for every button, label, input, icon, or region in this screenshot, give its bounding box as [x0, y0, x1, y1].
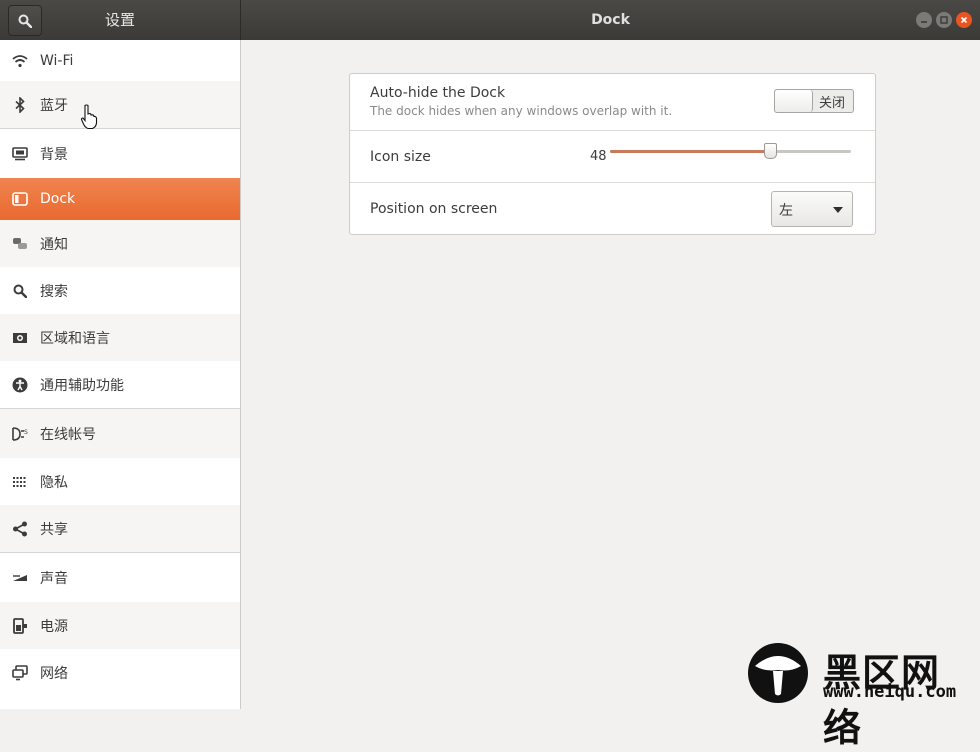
online-accounts-icon: S	[11, 425, 29, 443]
sidebar-item-label: 共享	[40, 521, 68, 538]
sidebar-item-label: 区域和语言	[40, 330, 110, 347]
sidebar-item-label: 声音	[40, 570, 68, 587]
watermark-url: www.heiqu.com	[823, 682, 957, 702]
minimize-icon	[921, 21, 927, 23]
search-icon	[11, 282, 29, 300]
sidebar-item-bluetooth[interactable]: 蓝牙	[0, 81, 240, 128]
sidebar-item-accessibility[interactable]: 通用辅助功能	[0, 361, 240, 408]
maximize-icon	[940, 16, 948, 24]
bluetooth-icon	[11, 96, 29, 114]
sidebar-item-notifications[interactable]: 通知	[0, 220, 240, 267]
position-dropdown[interactable]: 左	[771, 191, 853, 227]
settings-title: 设置	[104, 11, 135, 29]
autohide-subtitle: The dock hides when any windows overlap …	[370, 104, 673, 118]
sidebar: Wi-Fi 蓝牙 背景 Dock 通知 搜索 区域和语言 通用辅助功能 S 在线…	[0, 40, 241, 709]
minimize-button[interactable]	[916, 12, 932, 28]
icon-size-value: 48	[590, 149, 607, 164]
autohide-switch[interactable]: 关闭	[774, 89, 854, 113]
switch-state-label: 关闭	[819, 96, 846, 111]
sidebar-item-background[interactable]: 背景	[0, 129, 240, 178]
sidebar-item-online-accounts[interactable]: S 在线帐号	[0, 409, 240, 458]
sidebar-item-label: 背景	[40, 146, 68, 163]
position-selected-value: 左	[779, 203, 793, 219]
accessibility-icon	[11, 376, 29, 394]
close-button[interactable]	[956, 12, 972, 28]
autohide-title: Auto-hide the Dock	[370, 85, 506, 101]
sidebar-item-label: 通用辅助功能	[40, 377, 124, 394]
region-icon	[11, 329, 29, 347]
notifications-icon	[11, 235, 29, 253]
sidebar-item-label: 隐私	[40, 474, 68, 491]
sidebar-item-label: 蓝牙	[40, 97, 68, 114]
slider-fill	[610, 150, 770, 153]
search-icon	[18, 14, 32, 28]
dock-icon	[11, 190, 29, 208]
sidebar-item-power[interactable]: 电源	[0, 602, 240, 649]
mushroom-logo-icon	[748, 643, 808, 703]
sidebar-item-dock[interactable]: Dock	[0, 178, 240, 220]
sidebar-item-label: Wi-Fi	[40, 52, 74, 69]
sidebar-item-privacy[interactable]: 隐私	[0, 458, 240, 505]
wifi-icon	[11, 52, 29, 70]
sidebar-item-label: 搜索	[40, 283, 68, 300]
slider-handle[interactable]	[764, 143, 778, 159]
privacy-icon	[11, 473, 29, 491]
icon-size-slider[interactable]	[610, 143, 851, 159]
window-title: Dock	[591, 12, 630, 28]
icon-size-row: Icon size	[350, 131, 875, 182]
position-title: Position on screen	[370, 201, 498, 217]
autohide-row: Auto-hide the Dock The dock hides when a…	[350, 74, 875, 130]
sidebar-item-sound[interactable]: 声音	[0, 553, 240, 602]
hand-cursor-icon	[80, 104, 98, 130]
sidebar-header: 设置	[0, 0, 241, 40]
background-icon	[11, 145, 29, 163]
network-icon	[11, 664, 29, 682]
watermark: 黑区网络 www.heiqu.com	[745, 640, 975, 750]
sidebar-item-network[interactable]: 网络	[0, 649, 240, 696]
sidebar-item-label: 在线帐号	[40, 426, 96, 443]
sidebar-item-wifi[interactable]: Wi-Fi	[0, 40, 240, 81]
sidebar-item-region[interactable]: 区域和语言	[0, 314, 240, 361]
sidebar-item-search[interactable]: 搜索	[0, 267, 240, 314]
power-icon	[11, 617, 29, 635]
sidebar-item-label: 网络	[40, 665, 68, 682]
switch-knob	[775, 90, 813, 112]
search-button[interactable]	[8, 5, 42, 36]
close-icon	[960, 16, 968, 24]
header-bar: 设置 Dock	[0, 0, 980, 40]
share-icon	[11, 520, 29, 538]
maximize-button[interactable]	[936, 12, 952, 28]
icon-size-title: Icon size	[370, 149, 431, 165]
chevron-down-icon	[833, 207, 843, 213]
dock-settings-panel: Auto-hide the Dock The dock hides when a…	[349, 73, 876, 235]
sidebar-item-label: 通知	[40, 236, 68, 253]
sidebar-item-label: Dock	[40, 191, 76, 207]
sidebar-item-share[interactable]: 共享	[0, 505, 240, 552]
sound-icon	[11, 569, 29, 587]
sidebar-item-label: 电源	[40, 618, 68, 635]
svg-text:S: S	[24, 429, 28, 436]
